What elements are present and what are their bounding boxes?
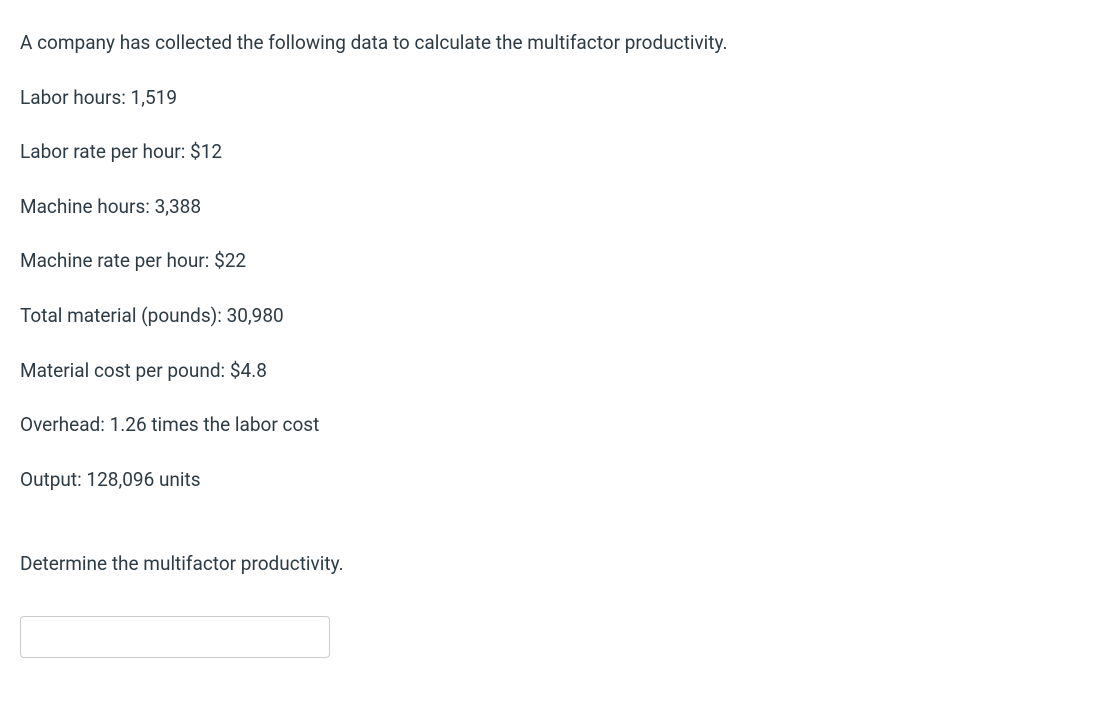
answer-input[interactable] (20, 616, 330, 658)
total-material-line: Total material (pounds): 30,980 (20, 303, 1078, 330)
problem-container: A company has collected the following da… (20, 30, 1078, 658)
overhead-line: Overhead: 1.26 times the labor cost (20, 412, 1078, 439)
material-cost-line: Material cost per pound: $4.8 (20, 358, 1078, 385)
output-line: Output: 128,096 units (20, 467, 1078, 494)
question-text: Determine the multifactor productivity. (20, 551, 1078, 578)
machine-rate-line: Machine rate per hour: $22 (20, 248, 1078, 275)
spacer (20, 521, 1078, 551)
machine-hours-line: Machine hours: 3,388 (20, 194, 1078, 221)
problem-intro: A company has collected the following da… (20, 30, 1078, 57)
labor-rate-line: Labor rate per hour: $12 (20, 139, 1078, 166)
labor-hours-line: Labor hours: 1,519 (20, 85, 1078, 112)
